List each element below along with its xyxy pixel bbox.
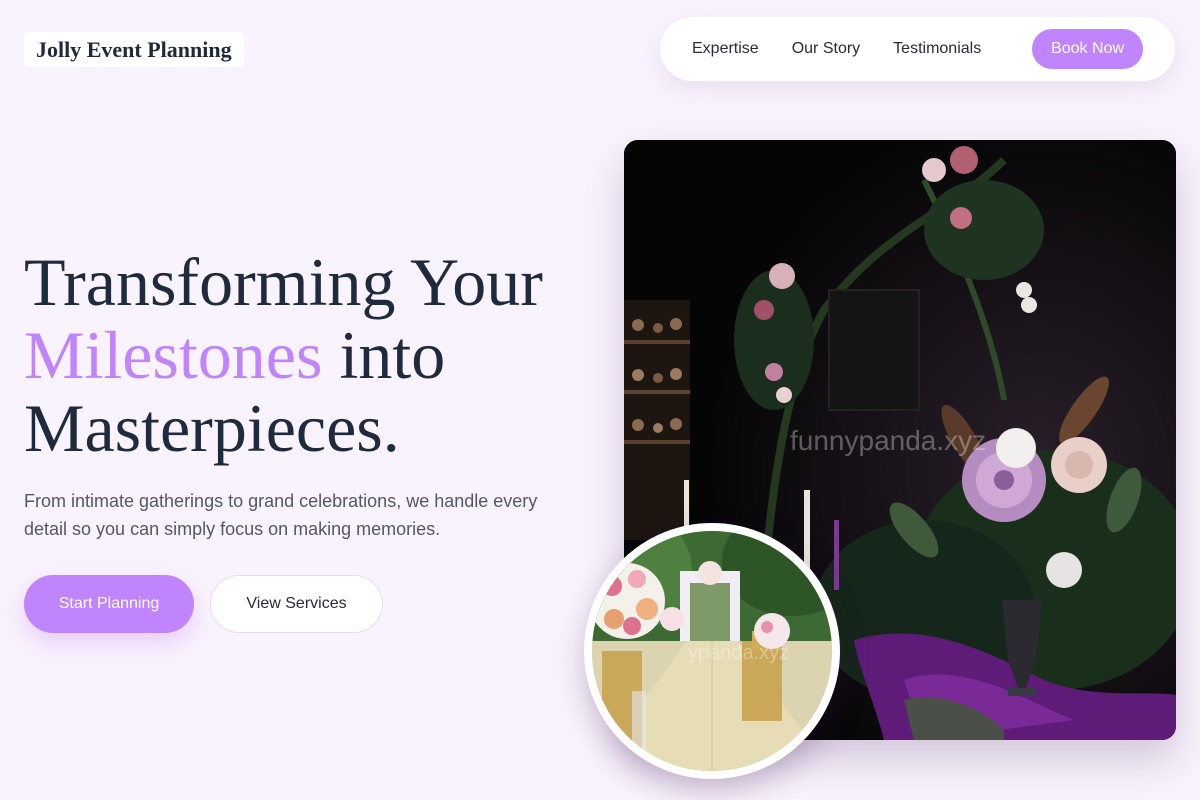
brand-logo[interactable]: Jolly Event Planning xyxy=(24,32,244,67)
hero-title-line2-rest: into xyxy=(322,317,446,393)
start-planning-button[interactable]: Start Planning xyxy=(24,575,194,633)
image-watermark: funnypanda.xyz xyxy=(790,425,987,456)
hero-subtitle: From intimate gatherings to grand celebr… xyxy=(24,491,538,539)
brand-name: Jolly Event Planning xyxy=(36,36,232,62)
view-services-button[interactable]: View Services xyxy=(210,575,383,633)
nav-link-our-story[interactable]: Our Story xyxy=(792,40,860,58)
hero-title-accent: Milestones xyxy=(24,317,323,393)
hero-title: Transforming Your Milestones into Master… xyxy=(24,246,614,465)
inset-watermark: ypanda.xyz xyxy=(688,642,790,664)
nav-link-testimonials[interactable]: Testimonials xyxy=(893,40,981,58)
nav-link-expertise[interactable]: Expertise xyxy=(692,40,759,58)
hero-title-line1: Transforming Your xyxy=(24,244,543,320)
top-nav: Expertise Our Story Testimonials Book No… xyxy=(660,17,1175,81)
hero-title-line3: Masterpieces. xyxy=(24,390,400,466)
book-now-button[interactable]: Book Now xyxy=(1032,29,1143,69)
